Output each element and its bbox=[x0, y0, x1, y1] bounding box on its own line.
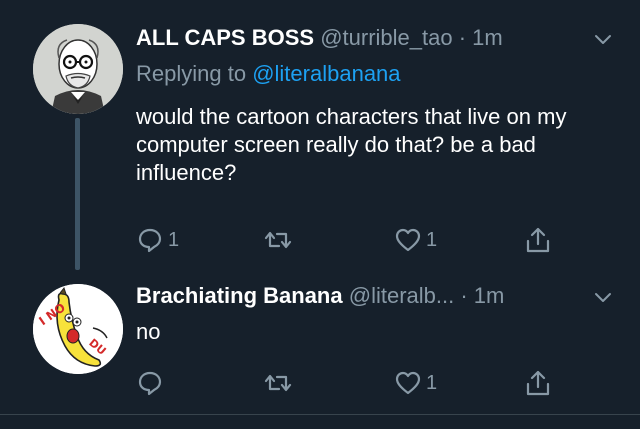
thread-connector-line bbox=[75, 118, 80, 270]
share-icon bbox=[526, 227, 550, 253]
like-count: 1 bbox=[426, 371, 438, 394]
avatar[interactable]: I NO DU bbox=[33, 284, 123, 374]
reply-icon bbox=[138, 371, 162, 396]
replying-to-mention[interactable]: @literalbanana bbox=[252, 61, 400, 86]
retweet-icon bbox=[264, 231, 292, 249]
tweet-header: ALL CAPS BOSS @turrible_tao · 1m bbox=[136, 24, 503, 52]
chevron-down-icon[interactable] bbox=[594, 288, 612, 306]
old-man-glasses-avatar-icon bbox=[33, 24, 123, 114]
tweet-header: Brachiating Banana @literalb... · 1m bbox=[136, 282, 504, 310]
heart-icon bbox=[395, 371, 421, 395]
cartoon-banana-avatar-icon: I NO DU bbox=[33, 284, 123, 374]
timestamp[interactable]: · 1m bbox=[459, 25, 503, 50]
divider bbox=[0, 414, 640, 415]
retweet-button[interactable] bbox=[264, 368, 296, 398]
reply-button[interactable] bbox=[136, 368, 168, 398]
heart-icon bbox=[395, 228, 421, 252]
avatar[interactable] bbox=[33, 24, 123, 114]
like-button[interactable]: 1 bbox=[394, 225, 437, 255]
like-count: 1 bbox=[426, 228, 438, 251]
tweet-item[interactable]: ALL CAPS BOSS @turrible_tao · 1m Replyin… bbox=[0, 0, 640, 270]
like-button[interactable]: 1 bbox=[394, 368, 437, 398]
reply-icon bbox=[138, 228, 162, 253]
reply-count: 1 bbox=[168, 228, 180, 251]
user-handle[interactable]: @literalb... bbox=[349, 283, 454, 308]
share-icon bbox=[526, 370, 550, 396]
tweet-actions: 1 bbox=[136, 368, 566, 398]
chevron-down-icon[interactable] bbox=[594, 30, 612, 48]
display-name[interactable]: ALL CAPS BOSS bbox=[136, 25, 314, 50]
tweet-item[interactable]: I NO DU Brachiating Banana @literalb... … bbox=[0, 268, 640, 416]
share-button[interactable] bbox=[524, 368, 552, 398]
reply-button[interactable]: 1 bbox=[136, 225, 179, 255]
timestamp[interactable]: · 1m bbox=[460, 283, 504, 308]
retweet-button[interactable] bbox=[264, 225, 296, 255]
replying-to: Replying to @literalbanana bbox=[136, 60, 401, 88]
user-handle[interactable]: @turrible_tao bbox=[320, 25, 452, 50]
tweet-text: no bbox=[136, 319, 161, 344]
tweet-text: would the cartoon characters that live o… bbox=[136, 104, 567, 185]
replying-to-label: Replying to bbox=[136, 61, 247, 86]
share-button[interactable] bbox=[524, 225, 552, 255]
retweet-icon bbox=[264, 374, 292, 392]
display-name[interactable]: Brachiating Banana bbox=[136, 283, 343, 308]
tweet-actions: 1 1 bbox=[136, 225, 566, 255]
